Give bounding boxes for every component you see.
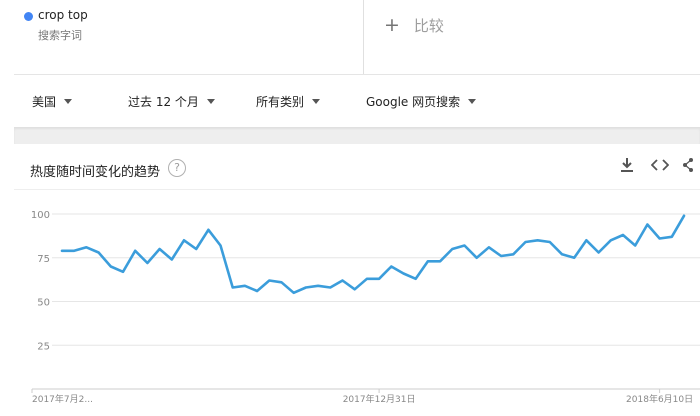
y-tick-label-25: 25 (37, 341, 50, 352)
chevron-down-icon (64, 99, 73, 104)
filter-region[interactable]: 美国 (32, 93, 73, 110)
chevron-down-icon (206, 99, 215, 104)
trend-line-chart: 25 50 75 100 2017年7月2... 2017年12月31日 2018年6月10… (31, 210, 700, 405)
filter-category[interactable]: 所有类别 (256, 93, 321, 110)
y-tick-label-100: 100 (31, 210, 50, 221)
y-tick-label-50: 50 (37, 298, 50, 309)
y-tick-label-75: 75 (37, 254, 50, 265)
section-gap (14, 127, 700, 144)
filter-bar: 美国 过去 12 个月 所有类别 Google 网页搜索 (14, 75, 700, 127)
plus-icon: + (384, 14, 400, 36)
search-term-card: crop top 搜索字词 + 比较 (14, 0, 700, 74)
chevron-down-icon (312, 99, 321, 104)
filter-region-label: 美国 (32, 95, 57, 109)
compare-label: 比较 (413, 17, 444, 35)
filter-time-range[interactable]: 过去 12 个月 (128, 93, 215, 110)
filter-search-type[interactable]: Google 网页搜索 (366, 93, 477, 110)
x-tick-label: 2017年7月2... (32, 393, 93, 405)
term-color-dot (24, 12, 33, 21)
x-tick-label: 2018年6月10日 (626, 393, 693, 405)
filter-category-label: 所有类别 (256, 95, 305, 109)
compare-button[interactable]: + 比较 (384, 14, 444, 36)
filter-search-type-label: Google 网页搜索 (366, 95, 461, 109)
filter-time-label: 过去 12 个月 (128, 95, 199, 109)
x-tick-label: 2017年12月31日 (343, 393, 416, 405)
search-term-panel[interactable]: crop top 搜索字词 (14, 0, 364, 74)
search-term-name: crop top (38, 8, 88, 22)
search-term-type: 搜索字词 (38, 29, 82, 42)
chevron-down-icon (468, 99, 477, 104)
series-line-crop-top (60, 214, 686, 295)
